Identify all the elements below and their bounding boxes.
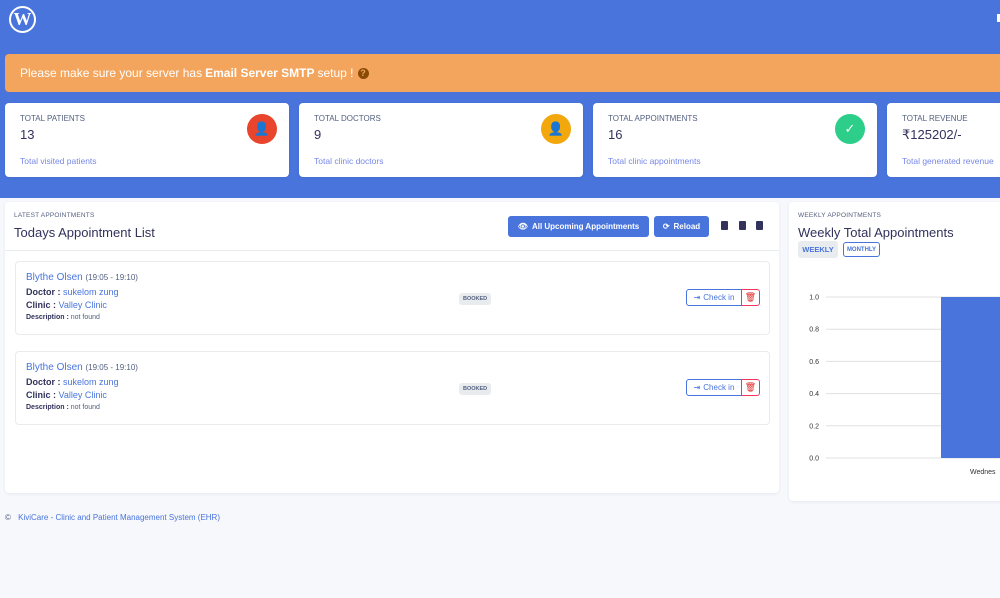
copyright-symbol: ©: [5, 513, 11, 522]
status-badge: BOOKED: [459, 293, 492, 305]
check-in-button[interactable]: ⇥ Check in: [686, 379, 742, 396]
stat-card: Total Revenue ₹125202/- Total generated …: [887, 103, 1000, 177]
doctor-name[interactable]: sukelom zung: [63, 377, 119, 387]
y-tick-label: 0.0: [809, 456, 819, 463]
alert-prefix: Please make sure your server has: [20, 66, 203, 80]
appointment-item: Blythe Olsen (19:05 - 19:10) Doctor : su…: [15, 261, 770, 335]
appointment-time: (19:05 - 19:10): [85, 363, 138, 372]
clinic-label: Clinic :: [26, 300, 57, 310]
stat-description: Total generated revenue: [902, 156, 994, 166]
stat-title: Total Revenue: [902, 114, 968, 123]
reload-button[interactable]: ⟳ Reload: [654, 216, 709, 237]
refresh-icon: ⟳: [662, 222, 670, 231]
all-upcoming-appointments-button[interactable]: 👁 All Upcoming Appointments: [508, 216, 649, 237]
weekly-chart: 0.0 0.2 0.4 0.6 0.8 1.0 Wednes: [809, 295, 1000, 476]
doctor-icon: 👤: [541, 114, 571, 144]
weekly-title: Weekly Total Appointments: [798, 225, 954, 240]
stat-value: 9: [314, 127, 322, 142]
stat-value: 13: [20, 127, 35, 142]
stat-card: Total Patients 13 Total visited patients…: [5, 103, 289, 177]
stat-title: Total Patients: [20, 114, 85, 123]
patient-icon: 👤: [247, 114, 277, 144]
appointments-panel: Latest Appointments Todays Appointment L…: [5, 202, 779, 493]
tab-weekly[interactable]: WEEKLY: [798, 241, 838, 258]
y-tick-label: 0.6: [809, 359, 819, 366]
check-in-label: Check in: [703, 293, 735, 302]
description-label: Description :: [26, 314, 69, 321]
check-in-button[interactable]: ⇥ Check in: [686, 289, 742, 306]
export-pdf-icon[interactable]: [756, 221, 763, 230]
stat-card: Total Appointments 16 Total clinic appoi…: [593, 103, 877, 177]
panel-caption: Latest Appointments: [14, 212, 95, 219]
sign-in-icon: ⇥: [693, 293, 701, 302]
stat-card: Total Doctors 9 Total clinic doctors 👤: [299, 103, 583, 177]
description-value: not found: [70, 314, 100, 321]
stat-value: ₹125202/-: [902, 127, 962, 142]
doctor-label: Doctor :: [26, 377, 61, 387]
doctor-label: Doctor :: [26, 287, 61, 297]
appointment-time: (19:05 - 19:10): [85, 273, 138, 282]
divider: [5, 250, 779, 251]
patient-name[interactable]: Blythe Olsen: [26, 362, 83, 373]
clinic-name[interactable]: Valley Clinic: [59, 390, 107, 400]
description-label: Description :: [26, 404, 69, 411]
stat-title: Total Doctors: [314, 114, 381, 123]
tab-monthly[interactable]: MONTHLY: [843, 242, 880, 257]
alert-strong: Email Server SMTP: [205, 66, 315, 80]
sign-in-icon: ⇥: [693, 383, 701, 392]
y-tick-label: 1.0: [809, 295, 819, 302]
trash-icon: 🗑: [744, 292, 757, 302]
export-csv-icon[interactable]: [721, 221, 728, 230]
help-icon[interactable]: ?: [357, 67, 369, 79]
alert-suffix: setup !: [317, 66, 354, 80]
top-bar: W: [0, 0, 1000, 38]
calendar-check-icon: ✓: [835, 114, 865, 144]
stat-value: 16: [608, 127, 623, 142]
smtp-alert: Please make sure your server has Email S…: [5, 54, 1000, 92]
y-tick-label: 0.4: [809, 391, 819, 398]
stat-description: Total visited patients: [20, 156, 97, 166]
y-tick-label: 0.2: [809, 423, 819, 430]
description-value: not found: [70, 404, 100, 411]
stat-description: Total clinic appointments: [608, 156, 701, 166]
trash-icon: 🗑: [744, 382, 757, 392]
eye-icon: 👁: [517, 222, 528, 231]
check-in-label: Check in: [703, 383, 735, 392]
clinic-name[interactable]: Valley Clinic: [59, 300, 107, 310]
wordpress-icon[interactable]: W: [9, 6, 36, 33]
clinic-label: Clinic :: [26, 390, 57, 400]
bar[interactable]: [941, 297, 1000, 458]
stat-description: Total clinic doctors: [314, 156, 384, 166]
delete-button[interactable]: 🗑: [741, 289, 760, 306]
patient-name[interactable]: Blythe Olsen: [26, 272, 83, 283]
weekly-caption: Weekly Appointments: [798, 212, 882, 219]
stat-title: Total Appointments: [608, 114, 698, 123]
y-tick-label: 0.8: [809, 327, 819, 334]
export-excel-icon[interactable]: [739, 221, 746, 230]
appointment-item: Blythe Olsen (19:05 - 19:10) Doctor : su…: [15, 351, 770, 425]
delete-button[interactable]: 🗑: [741, 379, 760, 396]
doctor-name[interactable]: sukelom zung: [63, 287, 119, 297]
status-badge: BOOKED: [459, 383, 492, 395]
panel-title: Todays Appointment List: [14, 225, 155, 240]
footer: © KiviCare - Clinic and Patient Manageme…: [5, 513, 220, 522]
reload-label: Reload: [673, 222, 701, 231]
footer-link[interactable]: KiviCare - Clinic and Patient Management…: [18, 513, 220, 522]
all-upcoming-label: All Upcoming Appointments: [531, 222, 640, 231]
x-tick-label: Wednes: [970, 469, 996, 476]
